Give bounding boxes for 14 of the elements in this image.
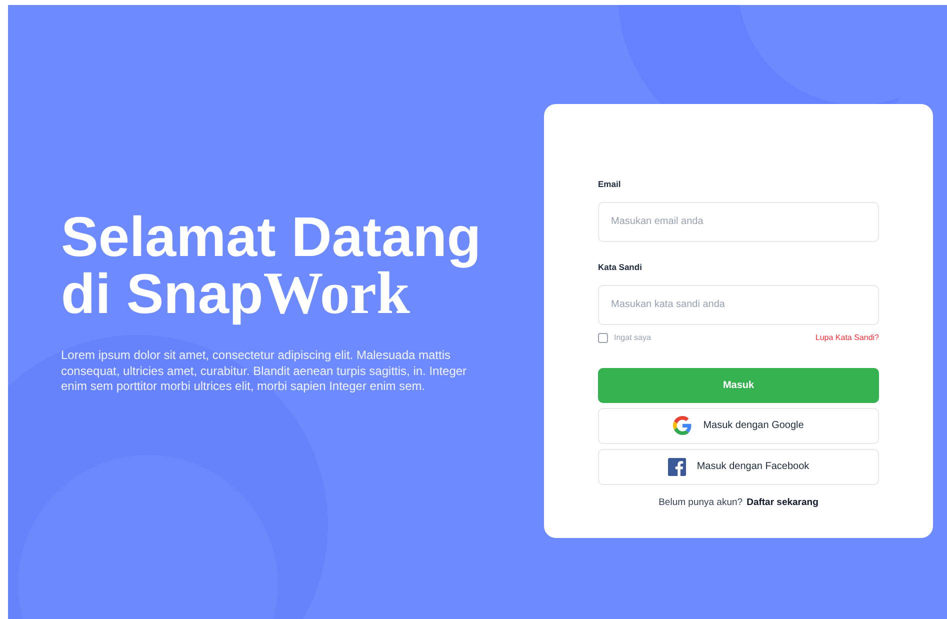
signup-prompt: Belum punya akun? <box>658 496 743 510</box>
password-field[interactable]: Masukan kata sandi anda <box>598 284 879 324</box>
facebook-f-icon <box>668 458 686 476</box>
remember-label: Ingat saya <box>614 332 651 344</box>
welcome-description: Lorem ipsum dolor sit amet, consectetur adipiscing elit. Malesuada mattis consequat, ultricies amet, curabitur. Blandit aenean turpis sagittis, in. Integer enim sem porttitor morbi ultrices elit, morbi sapien Integer enim sem. <box>61 348 468 394</box>
signup-link[interactable]: Daftar sekarang <box>746 496 818 510</box>
google-g-icon <box>673 416 692 435</box>
google-login-button[interactable]: Masuk dengan Google <box>598 408 879 444</box>
field-label: Kata Sandi <box>598 260 643 274</box>
facebook-login-button[interactable]: Masuk dengan Facebook <box>598 448 879 484</box>
remember-checkbox[interactable] <box>598 332 608 342</box>
email-field[interactable]: Masukan email anda <box>598 202 879 242</box>
field-label: Email <box>598 178 622 191</box>
forgot-password-link[interactable]: Lupa Kata Sandi? <box>815 332 879 344</box>
